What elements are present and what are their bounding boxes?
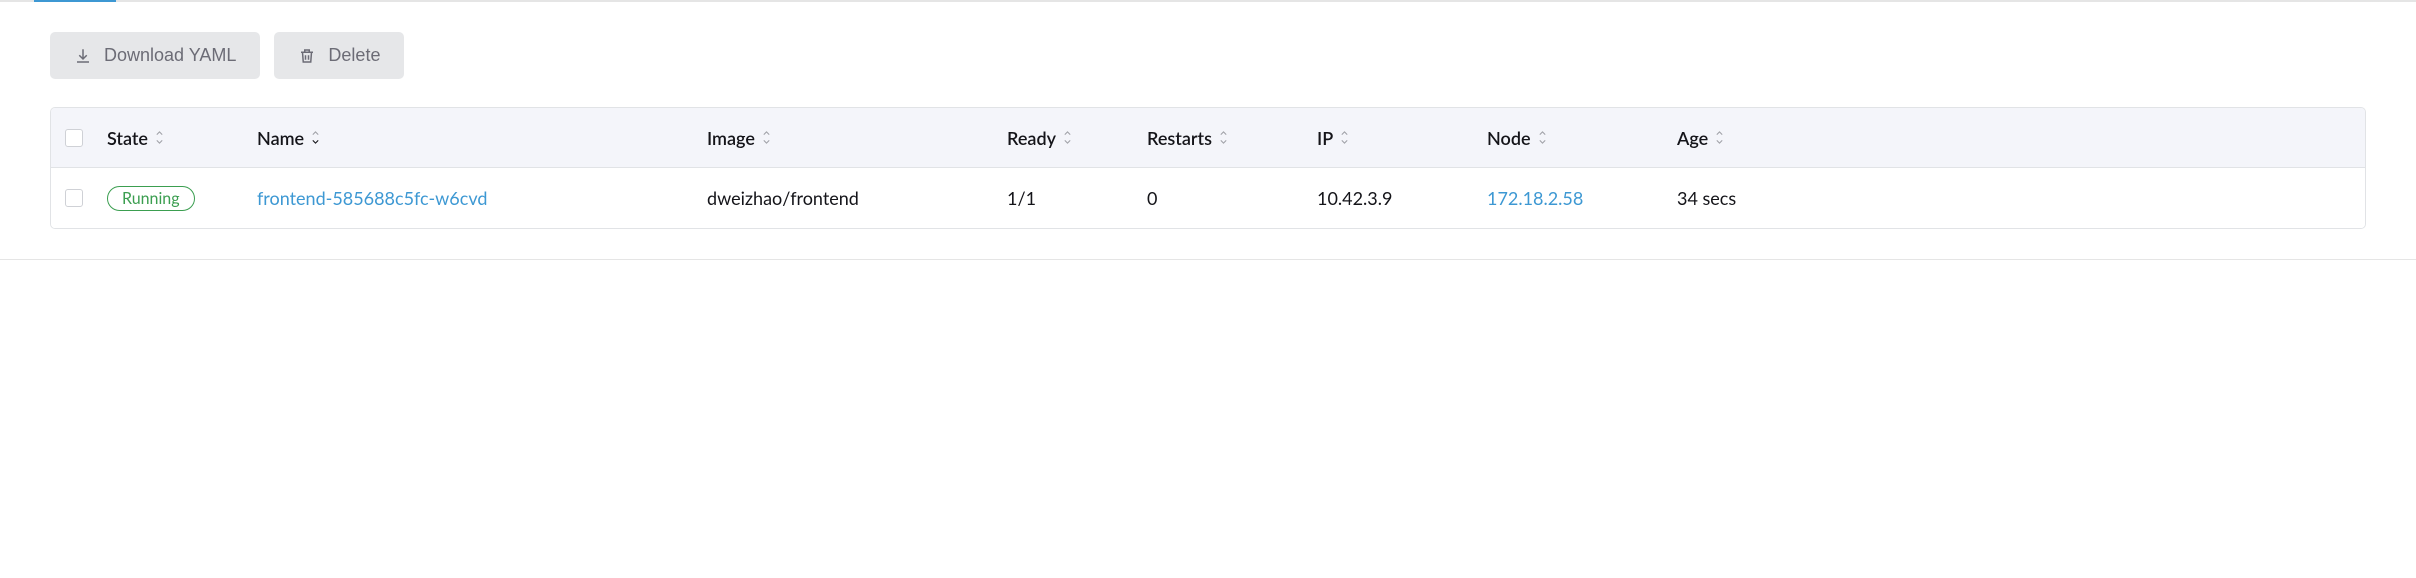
header-image[interactable]: Image <box>707 127 1007 149</box>
header-name-label: Name <box>257 127 304 149</box>
download-button-label: Download YAML <box>104 45 236 66</box>
row-checkbox-cell <box>65 189 107 207</box>
sort-icon <box>153 127 166 148</box>
download-icon <box>74 47 92 65</box>
table-header: State Name Image <box>51 108 2365 168</box>
header-ready[interactable]: Ready <box>1007 127 1147 149</box>
cell-name: frontend-585688c5fc-w6cvd <box>257 187 707 209</box>
cell-state: Running <box>107 186 257 211</box>
header-image-label: Image <box>707 127 755 149</box>
delete-button[interactable]: Delete <box>274 32 404 79</box>
header-restarts[interactable]: Restarts <box>1147 127 1317 149</box>
node-link[interactable]: 172.18.2.58 <box>1487 187 1583 209</box>
sort-icon <box>1536 127 1549 148</box>
sort-icon <box>1061 127 1074 148</box>
sort-icon <box>760 127 773 148</box>
header-checkbox-cell <box>65 129 107 147</box>
tab-underline <box>0 0 2416 2</box>
select-all-checkbox[interactable] <box>65 129 83 147</box>
sort-icon <box>1338 127 1351 148</box>
cell-node: 172.18.2.58 <box>1487 187 1677 209</box>
header-ip-label: IP <box>1317 127 1333 149</box>
trash-icon <box>298 47 316 65</box>
cell-ip: 10.42.3.9 <box>1317 187 1487 209</box>
header-name[interactable]: Name <box>257 127 707 149</box>
header-restarts-label: Restarts <box>1147 127 1212 149</box>
header-age-label: Age <box>1677 127 1708 149</box>
header-node-label: Node <box>1487 127 1531 149</box>
sort-icon <box>1713 127 1726 148</box>
cell-ready: 1/1 <box>1007 187 1147 209</box>
header-age[interactable]: Age <box>1677 127 1817 149</box>
cell-image: dweizhao/frontend <box>707 187 1007 209</box>
row-checkbox[interactable] <box>65 189 83 207</box>
cell-restarts: 0 <box>1147 187 1317 209</box>
sort-icon <box>1217 127 1230 148</box>
header-ready-label: Ready <box>1007 127 1056 149</box>
table-row: Running frontend-585688c5fc-w6cvd dweizh… <box>51 168 2365 228</box>
sort-icon <box>309 127 322 148</box>
header-state-label: State <box>107 127 148 149</box>
delete-button-label: Delete <box>328 45 380 66</box>
pods-table: State Name Image <box>50 107 2366 229</box>
header-state[interactable]: State <box>107 127 257 149</box>
header-node[interactable]: Node <box>1487 127 1677 149</box>
download-yaml-button[interactable]: Download YAML <box>50 32 260 79</box>
pod-name-link[interactable]: frontend-585688c5fc-w6cvd <box>257 187 487 209</box>
status-badge: Running <box>107 186 195 211</box>
cell-age: 34 secs <box>1677 187 1817 209</box>
toolbar: Download YAML Delete <box>50 32 2366 79</box>
content-panel: Download YAML Delete State Name <box>0 2 2416 260</box>
header-ip[interactable]: IP <box>1317 127 1487 149</box>
